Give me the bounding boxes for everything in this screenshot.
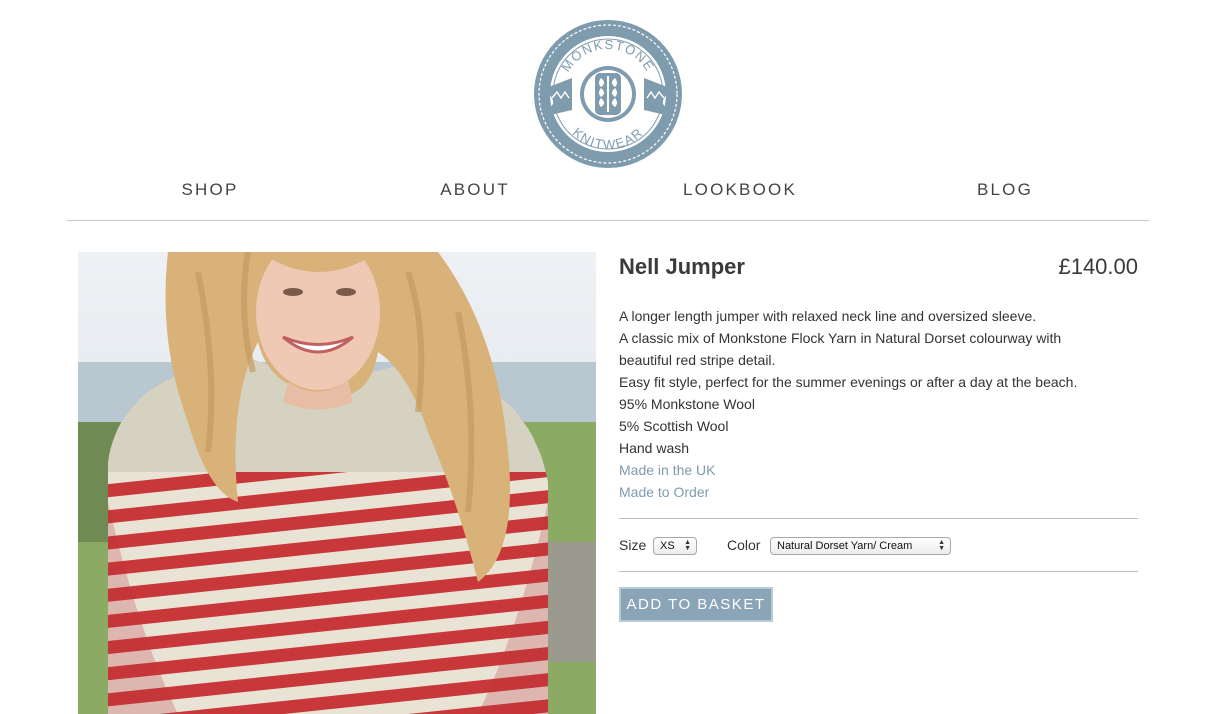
color-label: Color [727, 537, 761, 553]
size-select-value: XS [660, 540, 675, 552]
material-line: 5% Scottish Wool [619, 418, 729, 434]
product-price: £140.00 [1058, 254, 1138, 279]
nav-item-about[interactable]: ABOUT [405, 180, 545, 200]
options-bottom-divider [619, 571, 1138, 572]
description-line: A longer length jumper with relaxed neck… [619, 308, 1037, 324]
description-line: A classic mix of Monkstone Flock Yarn in… [619, 330, 1062, 346]
select-arrows-icon: ▲ ▼ [938, 539, 945, 552]
made-to-order-link[interactable]: Made to Order [619, 481, 1139, 503]
product-title: Nell Jumper [619, 254, 745, 279]
made-in-uk-link[interactable]: Made in the UK [619, 459, 1139, 481]
description-line: beautiful red stripe detail. [619, 352, 776, 368]
description-line: Easy fit style, perfect for the summer e… [619, 374, 1078, 390]
product-description: A longer length jumper with relaxed neck… [619, 305, 1139, 503]
color-select-value: Natural Dorset Yarn/ Cream [777, 540, 913, 552]
add-to-basket-button[interactable]: ADD TO BASKET [619, 587, 773, 622]
size-select[interactable]: XS ▲ ▼ [653, 537, 697, 555]
material-line: 95% Monkstone Wool [619, 396, 755, 412]
main-nav: SHOP ABOUT LOOKBOOK BLOG [67, 180, 1149, 208]
care-line: Hand wash [619, 440, 690, 456]
color-select[interactable]: Natural Dorset Yarn/ Cream ▲ ▼ [770, 537, 951, 555]
select-arrows-icon: ▲ ▼ [684, 539, 691, 552]
nav-item-lookbook[interactable]: LOOKBOOK [670, 180, 810, 200]
options-top-divider [619, 518, 1138, 519]
brand-logo[interactable]: MONKSTONE KNITWEAR [532, 18, 684, 170]
size-label: Size [619, 537, 647, 553]
nav-divider [67, 220, 1149, 221]
nav-item-blog[interactable]: BLOG [935, 180, 1075, 200]
product-photo [78, 252, 596, 714]
nav-item-shop[interactable]: SHOP [140, 180, 280, 200]
